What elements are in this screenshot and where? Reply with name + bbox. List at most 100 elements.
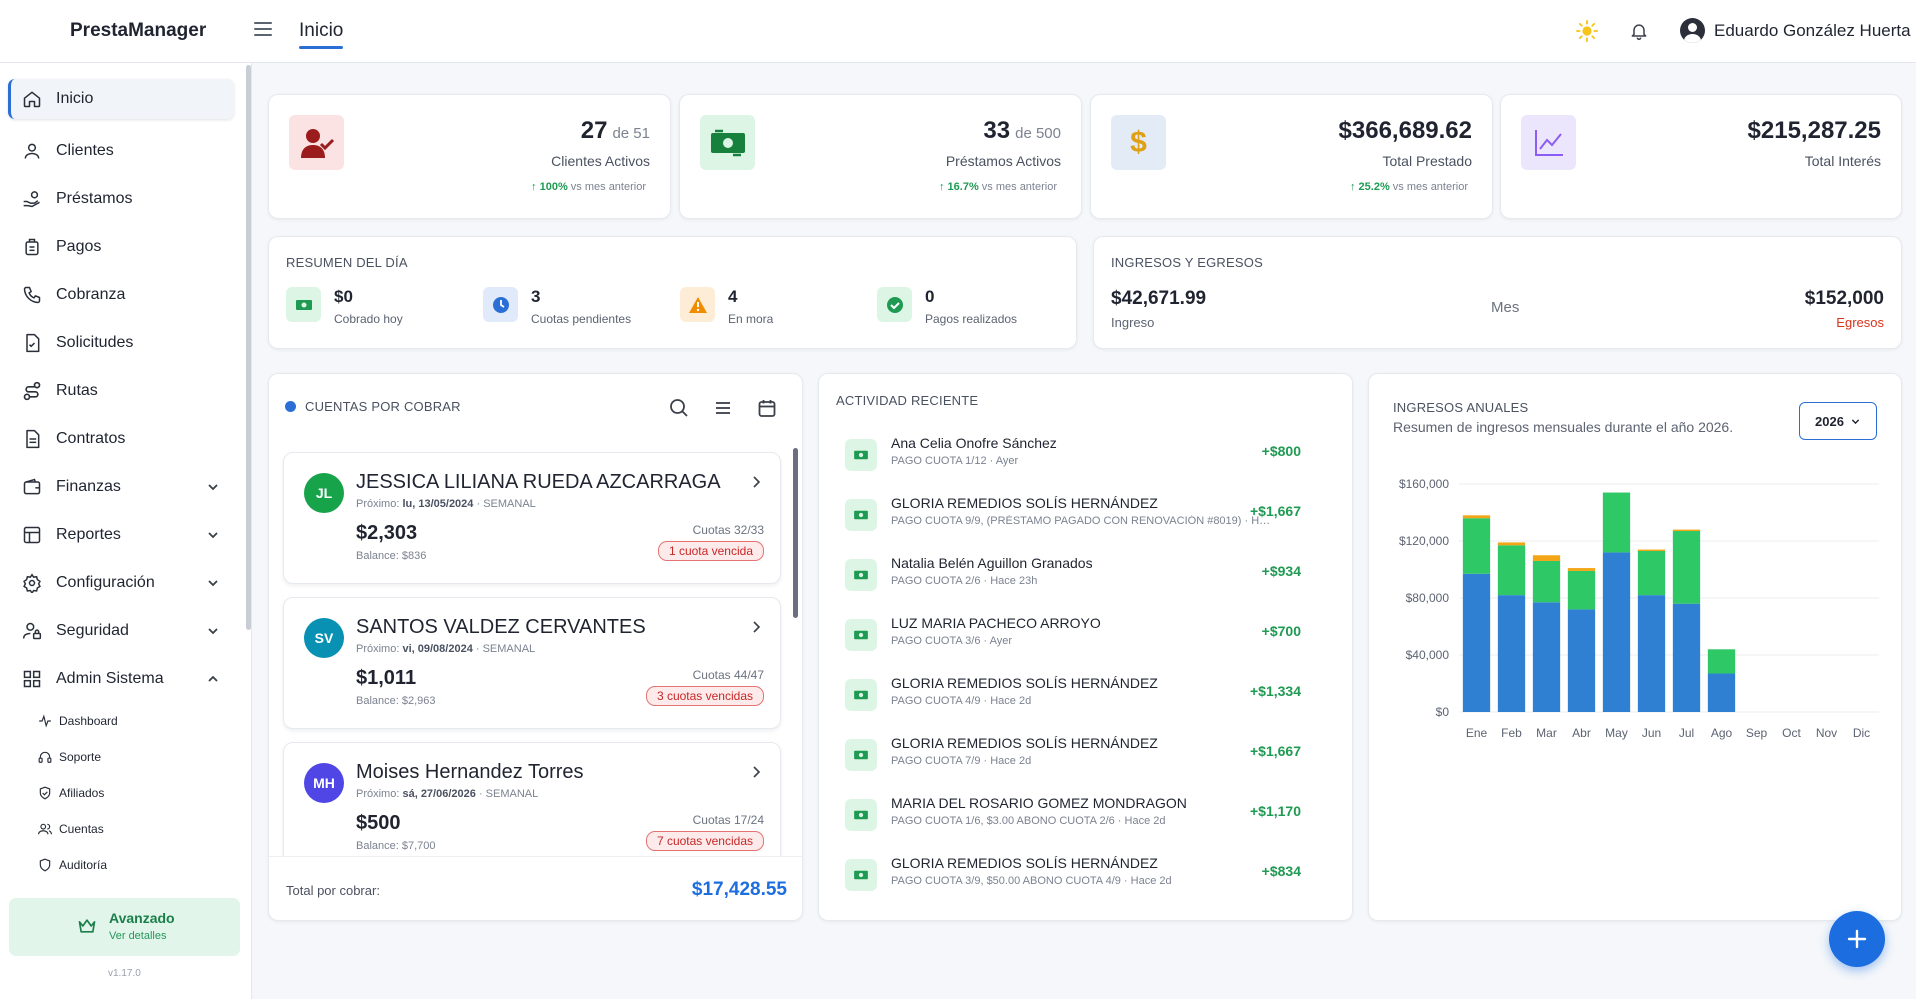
section-title: ACTIVIDAD RECIENTE — [836, 393, 979, 408]
activity-detail: PAGO CUOTA 9/9, (PRÉSTAMO PAGADO CON REN… — [891, 515, 1271, 527]
sidebar-item-configuracion[interactable]: Configuración — [8, 559, 234, 607]
activity-item[interactable]: MARIA DEL ROSARIO GOMEZ MONDRAGON PAGO CU… — [839, 787, 1319, 847]
sidebar-item-inicio[interactable]: Inicio — [8, 79, 234, 119]
chevron-down-icon — [208, 484, 218, 491]
cuenta-item[interactable]: JL JESSICA LILIANA RUEDA AZCARRAGA Próxi… — [283, 452, 781, 584]
sidebar-item-cobranza[interactable]: Cobranza — [8, 271, 234, 319]
cliente-name: JESSICA LILIANA RUEDA AZCARRAGA — [356, 471, 721, 493]
activity-item[interactable]: GLORIA REMEDIOS SOLÍS HERNÁNDEZ PAGO CUOT… — [839, 667, 1319, 727]
chart-title: INGRESOS ANUALES — [1393, 400, 1529, 415]
period-label[interactable]: Mes — [1491, 299, 1519, 316]
activity-client-name: MARIA DEL ROSARIO GOMEZ MONDRAGON — [891, 795, 1187, 811]
plan-card[interactable]: Avanzado Ver detalles — [9, 898, 240, 956]
user-check-icon — [289, 115, 344, 170]
x-tick-label: Feb — [1501, 726, 1522, 740]
chevron-right-icon[interactable] — [750, 475, 762, 489]
y-tick-label: $160,000 — [1399, 477, 1449, 491]
activity-item[interactable]: GLORIA REMEDIOS SOLÍS HERNÁNDEZ PAGO CUOT… — [839, 847, 1319, 907]
cuentas-header: CUENTAS POR COBRAR — [285, 399, 461, 414]
status-dot — [285, 401, 296, 412]
sidebar-scrollbar[interactable] — [246, 65, 251, 630]
list-scrollbar[interactable] — [793, 448, 798, 618]
gear-icon — [22, 573, 42, 593]
activity-item[interactable]: GLORIA REMEDIOS SOLÍS HERNÁNDEZ PAGO CUOT… — [839, 727, 1319, 787]
overdue-badge: 7 cuotas vencidas — [645, 831, 764, 851]
chevron-right-icon[interactable] — [750, 765, 762, 779]
sidebar-item-clientes[interactable]: Clientes — [8, 127, 234, 175]
sidebar-item-solicitudes[interactable]: Solicitudes — [8, 319, 234, 367]
menu-toggle-icon[interactable] — [254, 22, 272, 36]
sidebar-subitem-afiliados[interactable]: Afiliados — [8, 775, 234, 811]
plan-details-link[interactable]: Ver detalles — [109, 930, 166, 942]
cash-icon — [845, 679, 877, 711]
sidebar-item-label: Inicio — [56, 90, 94, 107]
route-icon — [22, 381, 42, 401]
next-payment: Próximo: lu, 13/05/2024 · SEMANAL — [356, 498, 536, 510]
sidebar-item-pagos[interactable]: Pagos — [8, 223, 234, 271]
sidebar-item-finanzas[interactable]: Finanzas — [8, 463, 234, 511]
wallet-icon — [22, 237, 42, 257]
add-fab-button[interactable] — [1829, 911, 1885, 967]
activity-item[interactable]: LUZ MARIA PACHECO ARROYO PAGO CUOTA 3/6 ·… — [839, 607, 1319, 667]
sidebar-subitem-dashboard[interactable]: Dashboard — [8, 703, 234, 739]
ingresos-anuales-card: INGRESOS ANUALES Resumen de ingresos men… — [1368, 373, 1902, 921]
sidebar-item-label: Contratos — [56, 430, 126, 447]
x-tick-label: Dic — [1853, 726, 1870, 740]
calendar-icon[interactable] — [757, 398, 777, 418]
sidebar-item-admin-sistema[interactable]: Admin Sistema — [8, 655, 234, 703]
sidebar: Inicio Clientes Préstamos Pagos Cobranza… — [0, 63, 252, 999]
sidebar-item-label: Configuración — [56, 574, 155, 591]
cuentas-list: JL JESSICA LILIANA RUEDA AZCARRAGA Próxi… — [269, 436, 804, 856]
notifications-bell-icon[interactable] — [1629, 20, 1649, 42]
chart-line-icon — [1521, 115, 1576, 170]
sidebar-item-rutas[interactable]: Rutas — [8, 367, 234, 415]
sidebar-subitem-cuentas[interactable]: Cuentas — [8, 811, 234, 847]
cash-icon — [845, 619, 877, 651]
report-icon — [22, 525, 42, 545]
sidebar-subitem-label: Cuentas — [59, 822, 104, 836]
sidebar-item-label: Seguridad — [56, 622, 129, 639]
cuenta-item[interactable]: MH Moises Hernandez Torres Próximo: sá, … — [283, 742, 781, 856]
search-icon[interactable] — [669, 398, 689, 418]
sidebar-subitem-auditoria[interactable]: Auditoría — [8, 847, 234, 883]
resumen-item-mora: 4 En mora — [680, 287, 773, 326]
total-label: Total por cobrar: — [286, 883, 380, 898]
sidebar-subitem-label: Auditoría — [59, 858, 108, 872]
activity-amount: +$1,170 — [1250, 803, 1301, 819]
activity-item[interactable]: Ana Celia Onofre Sánchez PAGO CUOTA 1/12 … — [839, 427, 1319, 487]
sidebar-item-prestamos[interactable]: Préstamos — [8, 175, 234, 223]
chevron-right-icon[interactable] — [750, 620, 762, 634]
brand-logo[interactable]: PrestaManager — [70, 20, 206, 42]
user-menu[interactable]: Eduardo González Huerta — [1680, 18, 1911, 43]
phone-icon — [22, 285, 42, 305]
y-tick-label: $80,000 — [1406, 591, 1450, 605]
sidebar-item-reportes[interactable]: Reportes — [8, 511, 234, 559]
activity-detail: PAGO CUOTA 4/9 · Hace 2d — [891, 695, 1032, 707]
activity-item[interactable]: Natalia Belén Aguillon Granados PAGO CUOT… — [839, 547, 1319, 607]
cuenta-item[interactable]: SV SANTOS VALDEZ CERVANTES Próximo: vi, … — [283, 597, 781, 729]
sidebar-item-seguridad[interactable]: Seguridad — [8, 607, 234, 655]
list-icon[interactable] — [713, 398, 733, 418]
theme-toggle-sun-icon[interactable] — [1576, 20, 1598, 42]
overdue-badge: 3 cuotas vencidas — [645, 686, 764, 706]
bar-segment — [1602, 492, 1631, 553]
activity-client-name: GLORIA REMEDIOS SOLÍS HERNÁNDEZ — [891, 855, 1158, 871]
sidebar-item-contratos[interactable]: Contratos — [8, 415, 234, 463]
section-title: RESUMEN DEL DÍA — [286, 255, 408, 270]
shield-icon — [38, 858, 52, 872]
plus-icon — [1847, 929, 1867, 949]
activity-item[interactable]: GLORIA REMEDIOS SOLÍS HERNÁNDEZ PAGO CUOT… — [839, 487, 1319, 547]
sidebar-item-label: Reportes — [56, 526, 121, 543]
year-select[interactable]: 2026 — [1799, 402, 1877, 440]
x-tick-label: Sep — [1746, 726, 1768, 740]
x-tick-label: Abr — [1572, 726, 1591, 740]
page-tab-inicio[interactable]: Inicio — [299, 20, 344, 49]
user-avatar-icon — [1680, 18, 1705, 43]
cuenta-balance: Balance: $2,963 — [356, 695, 436, 707]
y-tick-label: $40,000 — [1406, 648, 1450, 662]
kpi-card-prestamos: 33 de 500 Préstamos Activos ↑ 16.7% vs me… — [679, 94, 1082, 219]
plan-name: Avanzado — [109, 910, 175, 926]
user-lock-icon — [22, 621, 42, 641]
grid-icon — [22, 669, 42, 689]
sidebar-subitem-soporte[interactable]: Soporte — [8, 739, 234, 775]
